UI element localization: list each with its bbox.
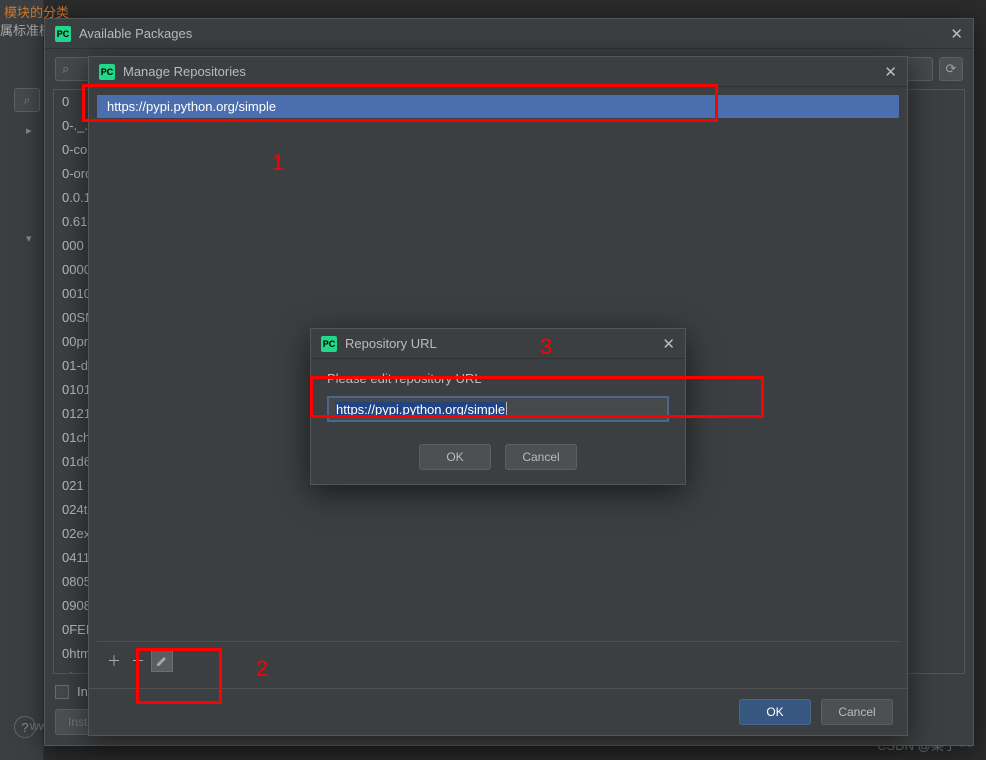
refresh-icon: ⟳	[946, 61, 957, 77]
cancel-button[interactable]: Cancel	[821, 699, 893, 725]
add-button[interactable]: ＋	[103, 650, 125, 672]
app-icon: PC	[321, 336, 337, 352]
close-icon[interactable]: ✕	[662, 335, 675, 353]
repository-item[interactable]: https://pypi.python.org/simple	[97, 95, 899, 118]
app-icon: PC	[55, 26, 71, 42]
refresh-button[interactable]: ⟳	[939, 57, 963, 81]
repository-url-dialog: PC Repository URL ✕ Please edit reposito…	[310, 328, 686, 485]
dialog-title: Available Packages	[79, 26, 192, 41]
input-value: https://pypi.python.org/simple	[335, 402, 506, 417]
dialog-buttons: OK Cancel	[311, 434, 685, 484]
app-icon: PC	[99, 64, 115, 80]
dialog-title: Repository URL	[345, 336, 437, 351]
pencil-icon	[155, 654, 169, 668]
repo-toolbar: ＋ －	[97, 641, 899, 680]
ok-button[interactable]: OK	[739, 699, 811, 725]
help-icon[interactable]: ?	[14, 716, 36, 738]
remove-button[interactable]: －	[127, 650, 149, 672]
install-options-checkbox[interactable]	[55, 685, 69, 699]
cancel-button[interactable]: Cancel	[505, 444, 577, 470]
ok-button[interactable]: OK	[419, 444, 491, 470]
dialog-title: Manage Repositories	[123, 64, 246, 79]
ide-left-gutter	[0, 0, 44, 760]
close-icon[interactable]: ✕	[884, 63, 897, 81]
titlebar: PC Repository URL ✕	[311, 329, 685, 359]
chevron-down-icon[interactable]: ▾	[26, 232, 32, 245]
search-icon: ⌕	[62, 61, 69, 77]
ide-search-icon[interactable]: ⌕	[14, 88, 40, 112]
prompt-text: Please edit repository URL	[327, 371, 669, 386]
titlebar: PC Available Packages ✕	[45, 19, 973, 49]
repository-url-input[interactable]: https://pypi.python.org/simple	[327, 396, 669, 422]
close-icon[interactable]: ✕	[950, 25, 963, 43]
dialog-buttons: OK Cancel	[89, 688, 907, 735]
chevron-right-icon[interactable]: ▸	[26, 124, 32, 137]
titlebar: PC Manage Repositories ✕	[89, 57, 907, 87]
edit-button[interactable]	[151, 650, 173, 672]
